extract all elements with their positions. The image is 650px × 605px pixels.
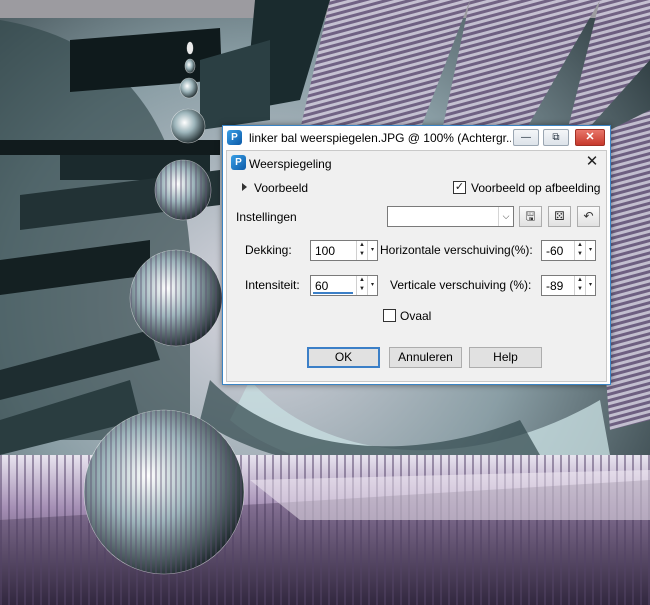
image-window[interactable]: P linker bal weerspiegelen.JPG @ 100% (A…	[222, 125, 611, 385]
opacity-value[interactable]: 100	[315, 244, 335, 258]
vertical-offset-spinbox[interactable]: -89 ▲ ▼ ▾	[541, 275, 596, 296]
dialog-title: Weerspiegeling	[249, 157, 332, 171]
spin-arrows-icon[interactable]: ▲ ▼	[356, 276, 367, 295]
paintshop-pro-icon: P	[227, 130, 242, 145]
save-preset-button[interactable]: 🖫	[519, 206, 542, 227]
intensity-label: Intensiteit:	[245, 278, 300, 292]
reset-default-button[interactable]: ↶	[577, 206, 600, 227]
minimize-button[interactable]: —	[513, 129, 539, 146]
settings-label: Instellingen	[236, 210, 297, 224]
expand-triangle-icon[interactable]	[242, 183, 247, 191]
restore-icon: ⧉	[552, 132, 560, 143]
help-button[interactable]: Help	[469, 347, 542, 368]
cancel-button[interactable]: Annuleren	[389, 347, 462, 368]
dialog-close-button[interactable]: ✕	[584, 154, 600, 170]
spin-menu-icon[interactable]: ▾	[367, 276, 377, 295]
spin-arrows-icon[interactable]: ▲ ▼	[574, 241, 585, 260]
spin-arrows-icon[interactable]: ▲ ▼	[574, 276, 585, 295]
field-focus-underline	[313, 292, 353, 294]
opacity-label: Dekking:	[245, 243, 292, 257]
opacity-spinbox[interactable]: 100 ▲ ▼ ▾	[310, 240, 378, 261]
reset-default-icon: ↶	[583, 209, 594, 223]
preview-on-image-label: Voorbeeld op afbeelding	[471, 181, 601, 195]
reflection-dialog: P Weerspiegeling ✕ Voorbeeld ✓ Voorbeeld…	[226, 150, 607, 382]
window-titlebar[interactable]: P linker bal weerspiegelen.JPG @ 100% (A…	[223, 126, 610, 150]
horizontal-offset-label: Horizontale verschuiving(%):	[380, 243, 533, 257]
close-icon: ✕	[585, 131, 595, 143]
intensity-spinbox[interactable]: 60 ▲ ▼ ▾	[310, 275, 378, 296]
spin-menu-icon[interactable]: ▾	[585, 241, 595, 260]
preset-dropdown[interactable]: ⌵	[387, 206, 514, 227]
preview-toggle-label[interactable]: Voorbeeld	[254, 181, 308, 195]
vertical-offset-label: Verticale verschuiving (%):	[390, 278, 532, 292]
vertical-offset-value[interactable]: -89	[546, 279, 563, 293]
horizontal-offset-value[interactable]: -60	[546, 244, 563, 258]
intensity-value[interactable]: 60	[315, 279, 328, 293]
restore-button[interactable]: ⧉	[543, 129, 569, 146]
ok-button[interactable]: OK	[307, 347, 380, 368]
spin-menu-icon[interactable]: ▾	[367, 241, 377, 260]
randomize-dice-icon: ⚄	[554, 209, 565, 223]
oval-checkbox[interactable]	[383, 309, 396, 322]
randomize-button[interactable]: ⚄	[548, 206, 571, 227]
oval-label: Ovaal	[400, 309, 432, 323]
spin-arrows-icon[interactable]: ▲ ▼	[356, 241, 367, 260]
preview-on-image-checkbox[interactable]: ✓	[453, 181, 466, 194]
chevron-down-icon[interactable]: ⌵	[498, 207, 513, 226]
settings-group: Dekking: 100 ▲ ▼ ▾ Horizontale verschuivi…	[237, 235, 602, 299]
horizontal-offset-spinbox[interactable]: -60 ▲ ▼ ▾	[541, 240, 596, 261]
save-preset-icon: 🖫	[525, 209, 536, 223]
window-title: linker bal weerspiegelen.JPG @ 100% (Ach…	[249, 131, 511, 145]
minimize-icon: —	[521, 132, 531, 143]
spin-menu-icon[interactable]: ▾	[585, 276, 595, 295]
paintshop-pro-icon: P	[231, 155, 246, 170]
window-close-button[interactable]: ✕	[575, 129, 605, 146]
